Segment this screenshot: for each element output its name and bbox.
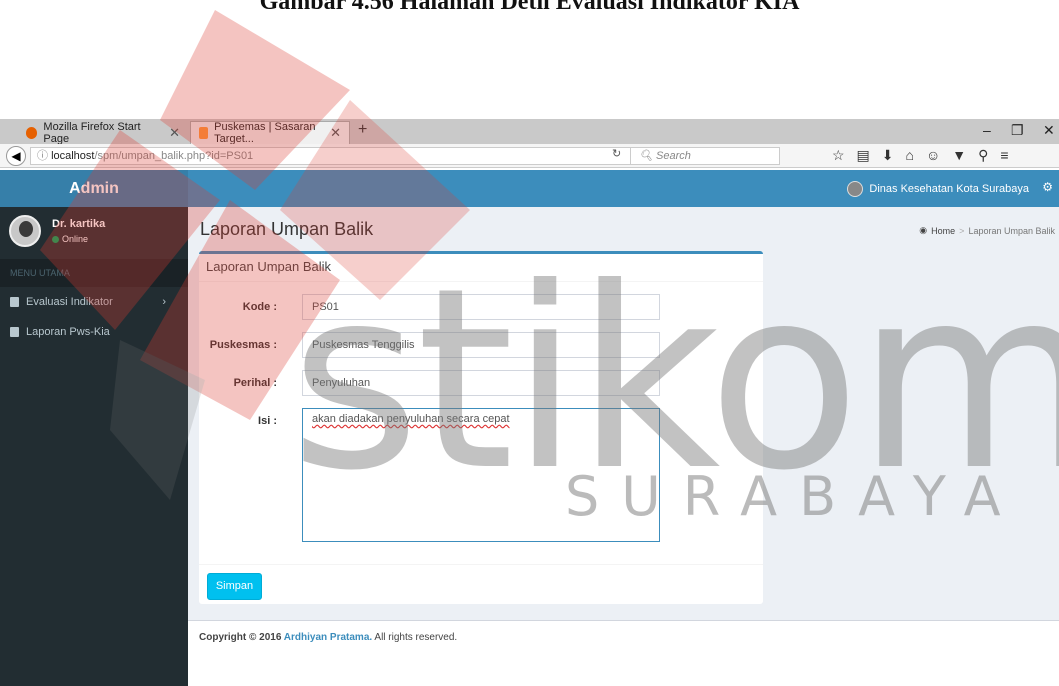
- perihal-field[interactable]: Penyuluhan: [302, 370, 660, 396]
- new-tab-icon[interactable]: +: [358, 121, 367, 139]
- toolbar-icons[interactable]: ☆▤⬇⌂☺▼⚲≡: [832, 147, 1021, 164]
- info-icon: ⓘ: [37, 150, 52, 162]
- book-icon: [10, 297, 19, 307]
- form-box: Laporan Umpan Balik Kode : PS01 Puskesma…: [199, 251, 763, 604]
- avatar: [9, 215, 41, 247]
- minimize-icon[interactable]: –: [983, 122, 991, 138]
- puskesmas-field[interactable]: Puskesmas Tenggilis: [302, 332, 660, 358]
- puskesmas-label: Puskesmas :: [209, 339, 277, 351]
- tab-label: Puskemas | Sasaran Target...: [214, 121, 316, 145]
- back-arrow-icon[interactable]: ◀: [6, 146, 26, 166]
- breadcrumb-current: Laporan Umpan Balik: [968, 225, 1055, 236]
- kode-label: Kode :: [242, 301, 277, 313]
- top-user-menu[interactable]: Dinas Kesehatan Kota Surabaya: [847, 170, 1029, 207]
- reload-icon[interactable]: ↻: [612, 147, 621, 160]
- box-title: Laporan Umpan Balik: [199, 254, 763, 282]
- close-icon[interactable]: ✕: [330, 125, 341, 141]
- search-icon: 🔍︎: [639, 150, 657, 162]
- isi-text: akan diadakan penyuluhan secara cepat: [312, 413, 510, 425]
- chevron-right-icon: ›: [162, 296, 166, 308]
- isi-label: Isi :: [258, 415, 277, 427]
- footer-prefix: Copyright © 2016: [199, 632, 284, 643]
- close-icon[interactable]: ✕: [169, 125, 180, 141]
- sidebar-item-label: Evaluasi Indikator: [26, 296, 113, 308]
- perihal-label: Perihal :: [233, 377, 277, 389]
- sidebar: Dr. kartika Online MENU UTAMA Evaluasi I…: [0, 207, 188, 686]
- window-close-icon[interactable]: ✕: [1043, 122, 1055, 139]
- restore-icon[interactable]: ❐: [1011, 122, 1024, 139]
- sidebar-user-name: Dr. kartika: [52, 218, 106, 230]
- book-icon: [10, 327, 19, 337]
- sidebar-item-label: Laporan Pws-Kia: [26, 326, 110, 338]
- url-host: localhost: [51, 150, 95, 162]
- dashboard-icon: ◉: [919, 225, 928, 235]
- avatar: [847, 180, 864, 197]
- search-input[interactable]: 🔍︎ Search: [630, 147, 780, 165]
- top-user-name: Dinas Kesehatan Kota Surabaya: [869, 182, 1029, 195]
- breadcrumb: ◉ Home > Laporan Umpan Balik: [919, 225, 1055, 236]
- isi-textarea[interactable]: akan diadakan penyuluhan secara cepat: [302, 408, 660, 542]
- tab-bar: Mozilla Firefox Start Page ✕ Puskemas | …: [0, 119, 1059, 145]
- gears-icon[interactable]: ⚙: [1042, 180, 1053, 194]
- app: Admin Dinas Kesehatan Kota Surabaya ⚙ Dr…: [0, 170, 1059, 686]
- content-area: Laporan Umpan Balik ◉ Home > Laporan Ump…: [188, 207, 1059, 686]
- url-path: /spm/umpan_balik.php?id=PS01: [94, 150, 254, 162]
- firefox-icon: [26, 126, 38, 139]
- search-placeholder: Search: [656, 150, 691, 162]
- sidebar-item-evaluasi-indikator[interactable]: Evaluasi Indikator ›: [0, 287, 188, 317]
- footer-author-link[interactable]: Ardhiyan Pratama.: [284, 632, 372, 643]
- app-header: Admin Dinas Kesehatan Kota Surabaya ⚙: [0, 170, 1059, 207]
- footer-suffix: All rights reserved.: [372, 632, 458, 643]
- online-dot-icon: [52, 235, 59, 243]
- user-status-label: Online: [62, 234, 89, 244]
- page-icon: [199, 127, 209, 139]
- box-footer: Simpan: [199, 564, 763, 607]
- sidebar-item-laporan-pws-kia[interactable]: Laporan Pws-Kia: [0, 317, 188, 347]
- page-footer: Copyright © 2016 Ardhiyan Pratama. All r…: [188, 620, 1059, 686]
- url-bar[interactable]: ⓘ localhost/spm/umpan_balik.php?id=PS01: [30, 147, 650, 165]
- breadcrumb-home[interactable]: Home: [931, 226, 955, 236]
- menu-header: MENU UTAMA: [0, 259, 188, 287]
- user-status: Online: [52, 234, 88, 244]
- kode-field[interactable]: PS01: [302, 294, 660, 320]
- user-panel: Dr. kartika Online: [0, 207, 188, 259]
- nav-bar: ◀ ⓘ localhost/spm/umpan_balik.php?id=PS0…: [0, 144, 1059, 168]
- breadcrumb-separator: >: [959, 225, 965, 236]
- page-title: Laporan Umpan Balik: [200, 219, 374, 239]
- tab-firefox-start[interactable]: Mozilla Firefox Start Page ✕: [18, 120, 188, 145]
- app-logo[interactable]: Admin: [0, 170, 188, 207]
- save-button[interactable]: Simpan: [207, 573, 262, 600]
- browser-window: Mozilla Firefox Start Page ✕ Puskemas | …: [0, 119, 1059, 686]
- document-caption: Gambar 4.56 Halaman Detil Evaluasi Indik…: [259, 0, 800, 15]
- tab-label: Mozilla Firefox Start Page: [43, 120, 141, 145]
- tab-puskesmas[interactable]: Puskemas | Sasaran Target... ✕: [190, 121, 350, 145]
